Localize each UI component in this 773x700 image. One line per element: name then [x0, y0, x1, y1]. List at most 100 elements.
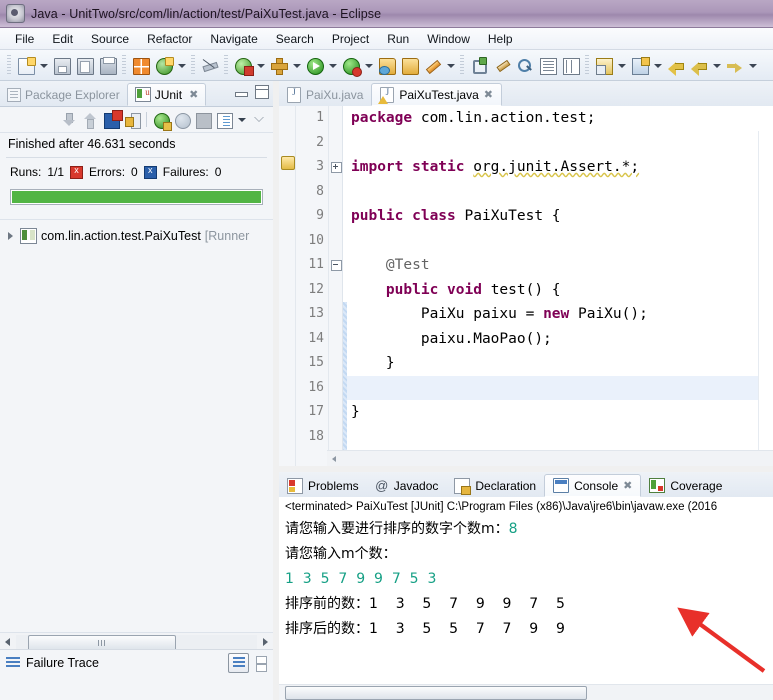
code-line[interactable]: [343, 131, 773, 156]
editor-horizontal-scrollbar[interactable]: [327, 450, 773, 466]
code-text-area[interactable]: package com.lin.action.test; import stat…: [343, 106, 773, 466]
toolbar-grip[interactable]: [7, 55, 11, 75]
folding-ruler[interactable]: [329, 106, 343, 466]
code-line[interactable]: [343, 375, 773, 400]
fold-cell[interactable]: [329, 327, 342, 352]
fold-cell[interactable]: [329, 155, 342, 180]
fold-cell[interactable]: [329, 425, 342, 450]
stop-test-icon[interactable]: [194, 111, 212, 129]
code-line[interactable]: [343, 180, 773, 205]
toolbar-grip-6[interactable]: [585, 55, 589, 75]
code-line[interactable]: public class PaiXuTest {: [343, 204, 773, 229]
chevron-right-icon[interactable]: [6, 231, 16, 241]
minimize-view-button[interactable]: [235, 87, 248, 98]
tab-javadoc[interactable]: @ Javadoc: [367, 474, 447, 497]
next-failure-icon[interactable]: [60, 111, 78, 129]
code-line[interactable]: @Test: [343, 253, 773, 278]
code-line[interactable]: [343, 229, 773, 254]
fold-cell[interactable]: [329, 131, 342, 156]
menu-file[interactable]: File: [6, 30, 43, 48]
code-line[interactable]: public void test() {: [343, 278, 773, 303]
previous-edit-icon[interactable]: [491, 55, 512, 76]
junit-horizontal-scrollbar[interactable]: [0, 632, 273, 651]
toolbar-grip-2[interactable]: [122, 55, 126, 75]
external-tools-dropdown-icon[interactable]: [291, 55, 302, 76]
fold-cell[interactable]: [329, 278, 342, 303]
fold-cell[interactable]: [329, 106, 342, 131]
search-icon[interactable]: [514, 55, 535, 76]
fold-cell[interactable]: [329, 376, 342, 401]
forward-dropdown-icon[interactable]: [747, 55, 758, 76]
code-editor[interactable]: 1 2 3 8 9 10 11 12 13 14 15 16 17 18 package com.lin.…: [279, 106, 773, 466]
code-line[interactable]: package com.lin.action.test;: [343, 106, 773, 131]
warning-marker-icon[interactable]: [281, 156, 295, 170]
menu-window[interactable]: Window: [418, 30, 479, 48]
console-output[interactable]: <terminated> PaiXuTest [JUnit] C:\Progra…: [279, 497, 773, 700]
coverage-dropdown-icon[interactable]: [363, 55, 374, 76]
whitespace-dropdown-icon[interactable]: [616, 55, 627, 76]
minimize-view-icon[interactable]: [252, 111, 267, 129]
coverage-icon[interactable]: [340, 55, 362, 77]
tab-package-explorer[interactable]: Package Explorer: [0, 83, 127, 106]
scroll-track[interactable]: [16, 634, 257, 651]
console-horizontal-scrollbar[interactable]: [279, 684, 773, 700]
overview-ruler[interactable]: [758, 131, 773, 466]
test-run-history-icon[interactable]: [215, 111, 233, 129]
new-annotation-icon[interactable]: [422, 55, 443, 76]
back-history-icon[interactable]: [665, 55, 686, 76]
skip-breakpoints-icon[interactable]: [199, 55, 220, 76]
open-type-icon[interactable]: [376, 55, 397, 76]
fold-cell[interactable]: [329, 180, 342, 205]
editor-tab-close-icon[interactable]: ✖: [484, 88, 493, 101]
menu-search[interactable]: Search: [267, 30, 323, 48]
perspective-dropdown-icon[interactable]: [652, 55, 663, 76]
fold-expand-icon[interactable]: [331, 162, 342, 173]
save-icon[interactable]: [51, 55, 72, 76]
menu-help[interactable]: Help: [479, 30, 522, 48]
code-line[interactable]: paixu.MaoPao();: [343, 327, 773, 352]
run-dropdown-icon[interactable]: [327, 55, 338, 76]
maximize-view-button[interactable]: [255, 85, 269, 99]
rerun-failed-tests-icon[interactable]: [173, 111, 191, 129]
lock-scroll-icon[interactable]: [123, 111, 141, 129]
debug-dropdown-icon[interactable]: [255, 55, 266, 76]
show-failures-only-icon[interactable]: [102, 109, 123, 129]
menu-navigate[interactable]: Navigate: [201, 30, 266, 48]
show-whitespace-icon[interactable]: [593, 55, 614, 76]
forward-icon[interactable]: [724, 55, 745, 76]
fold-cell[interactable]: [329, 351, 342, 376]
tab-junit[interactable]: u JUnit ✖: [126, 83, 207, 106]
fold-cell[interactable]: [329, 302, 342, 327]
fold-collapse-icon[interactable]: [331, 260, 342, 271]
compare-result-icon[interactable]: [253, 655, 267, 672]
code-line[interactable]: PaiXu paixu = new PaiXu();: [343, 302, 773, 327]
open-task-icon[interactable]: [399, 55, 420, 76]
fold-cell[interactable]: [329, 253, 342, 278]
code-line[interactable]: }: [343, 351, 773, 376]
filter-stack-trace-icon[interactable]: [228, 653, 249, 673]
tab-console-close-icon[interactable]: ✖: [623, 479, 632, 492]
print-icon[interactable]: [97, 55, 118, 76]
fold-cell[interactable]: [329, 204, 342, 229]
tab-junit-close-icon[interactable]: ✖: [189, 88, 198, 101]
menu-refactor[interactable]: Refactor: [138, 30, 201, 48]
next-marker-icon[interactable]: [468, 55, 489, 76]
tab-problems[interactable]: Problems: [279, 474, 367, 497]
run-icon[interactable]: [304, 55, 325, 76]
scroll-right-icon[interactable]: [257, 634, 273, 649]
scroll-left-icon[interactable]: [0, 634, 16, 649]
editor-tab-paixu[interactable]: PaiXu.java: [279, 83, 371, 106]
fold-cell[interactable]: [329, 229, 342, 254]
fold-cell[interactable]: [329, 400, 342, 425]
tab-console[interactable]: Console ✖: [544, 474, 642, 497]
new-java-class-icon[interactable]: [153, 55, 174, 76]
toolbar-grip-4[interactable]: [224, 55, 228, 75]
back-dropdown-icon[interactable]: [711, 55, 722, 76]
menu-run[interactable]: Run: [378, 30, 418, 48]
new-dropdown-icon[interactable]: [38, 55, 49, 76]
previous-failure-icon[interactable]: [81, 111, 99, 129]
menu-project[interactable]: Project: [323, 30, 378, 48]
toolbar-grip-3[interactable]: [191, 55, 195, 75]
new-icon[interactable]: [15, 55, 36, 76]
external-tools-icon[interactable]: [268, 55, 289, 76]
